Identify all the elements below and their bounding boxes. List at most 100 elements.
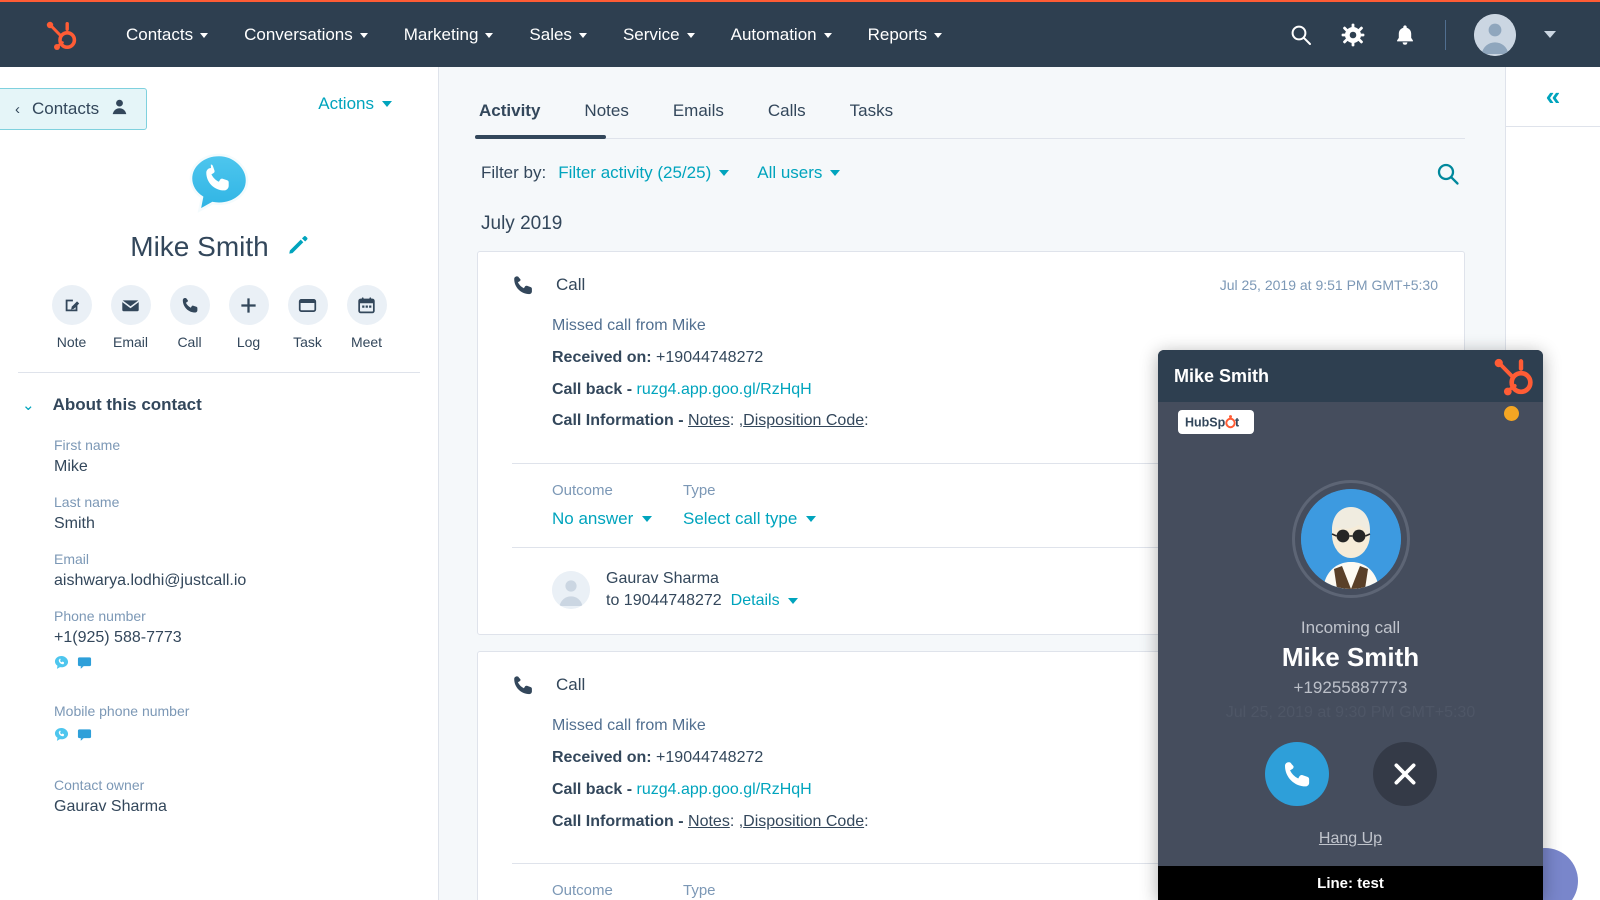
contact-sidebar: ‹ Contacts Actions Mike Smith Note Email… bbox=[0, 67, 439, 900]
nav-item-marketing[interactable]: Marketing bbox=[386, 25, 512, 45]
call-back-link[interactable]: ruzg4.app.goo.gl/RzHqH bbox=[636, 781, 811, 798]
chevron-down-icon bbox=[686, 33, 695, 38]
actions-dropdown-button[interactable]: Actions bbox=[318, 94, 392, 114]
hang-up-link[interactable]: Hang Up bbox=[1158, 830, 1543, 848]
received-on-label: Received on: bbox=[552, 748, 652, 766]
chevron-down-icon: ⌄ bbox=[22, 397, 35, 414]
back-button-label: Contacts bbox=[32, 99, 100, 118]
status-dot bbox=[1504, 406, 1519, 421]
tab-tasks[interactable]: Tasks bbox=[828, 89, 915, 139]
justcall-call-icon[interactable] bbox=[54, 655, 69, 675]
disposition-separator: : bbox=[864, 812, 869, 830]
call-back-link[interactable]: ruzg4.app.goo.gl/RzHqH bbox=[636, 381, 811, 398]
property-value[interactable]: aishwarya.lodhi@justcall.io bbox=[54, 572, 438, 590]
bell-icon[interactable] bbox=[1393, 23, 1417, 47]
task-window-icon bbox=[287, 285, 328, 325]
back-to-contacts-button[interactable]: ‹ Contacts bbox=[0, 88, 148, 130]
pencil-icon[interactable] bbox=[287, 234, 308, 260]
call-back-label: Call back - bbox=[552, 780, 633, 798]
note-pencil-icon bbox=[51, 285, 92, 325]
user-avatar[interactable] bbox=[1474, 13, 1516, 56]
incoming-call-label: Incoming call bbox=[1300, 618, 1401, 637]
activity-type-label: Call bbox=[556, 275, 586, 294]
property-value[interactable]: Gaurav Sharma bbox=[54, 798, 438, 816]
property-mobile-phone-number: Mobile phone number bbox=[54, 703, 438, 747]
reject-call-button[interactable] bbox=[1372, 742, 1437, 806]
collapse-sidebar-button[interactable]: « bbox=[1506, 67, 1600, 127]
property-phone-number: Phone number +1(925) 588-7773 bbox=[54, 608, 438, 675]
justcall-sms-icon[interactable] bbox=[77, 655, 92, 675]
property-value[interactable]: Mike bbox=[54, 458, 438, 476]
caller-avatar-ring bbox=[1291, 480, 1410, 598]
tab-label: Tasks bbox=[849, 101, 894, 120]
received-on-value: +19044748272 bbox=[656, 748, 764, 766]
filter-users-label: All users bbox=[757, 163, 823, 182]
justcall-speech-bubble-phone-logo-icon bbox=[186, 151, 252, 217]
nav-item-label: Reports bbox=[867, 24, 928, 44]
notes-separator: : , bbox=[729, 412, 744, 430]
property-label: Email bbox=[54, 551, 90, 567]
justcall-call-icon[interactable] bbox=[54, 727, 69, 747]
nav-item-automation[interactable]: Automation bbox=[713, 25, 850, 45]
property-action-icons bbox=[54, 655, 438, 675]
nav-item-sales[interactable]: Sales bbox=[511, 25, 605, 45]
tab-notes[interactable]: Notes bbox=[562, 89, 650, 139]
call-type-value: Select call type bbox=[683, 509, 798, 529]
activity-card-header: Call Jul 25, 2019 at 9:51 PM GMT+5:30 bbox=[478, 252, 1464, 296]
actions-label: Actions bbox=[318, 94, 374, 113]
tab-calls[interactable]: Calls bbox=[746, 89, 828, 139]
call-widget-title: Mike Smith bbox=[1174, 365, 1270, 386]
tab-label: Activity bbox=[479, 101, 541, 120]
accept-call-button[interactable] bbox=[1264, 742, 1329, 806]
quick-action-meet[interactable]: Meet bbox=[346, 285, 387, 350]
nav-item-reports[interactable]: Reports bbox=[850, 25, 961, 45]
property-value[interactable]: Smith bbox=[54, 515, 438, 533]
search-icon[interactable] bbox=[1435, 161, 1461, 192]
caller-phone-number: +19255887773 bbox=[1293, 678, 1408, 697]
filter-activity-dropdown[interactable]: Filter activity (25/25) bbox=[558, 163, 730, 183]
outcome-label: Outcome bbox=[552, 882, 613, 900]
activity-filter-bar: Filter by: Filter activity (25/25) All u… bbox=[481, 163, 1505, 185]
received-on-label: Received on: bbox=[552, 348, 652, 366]
activity-tabs: Activity Notes Emails Calls Tasks bbox=[457, 89, 1505, 139]
notes-separator: : , bbox=[729, 812, 744, 830]
engagement-destination: to 19044748272 bbox=[606, 592, 722, 610]
top-navigation-bar: Contacts Conversations Marketing Sales S… bbox=[0, 0, 1600, 67]
property-contact-owner: Contact owner Gaurav Sharma bbox=[54, 777, 438, 816]
hubspot-sprocket-logo-icon[interactable] bbox=[44, 18, 78, 52]
property-label: Contact owner bbox=[54, 777, 145, 793]
quick-action-email[interactable]: Email bbox=[110, 285, 151, 350]
quick-action-log[interactable]: Log bbox=[228, 285, 269, 350]
cartoon-person-sunglasses-avatar-icon bbox=[1300, 489, 1401, 589]
call-widget-header: Mike Smith bbox=[1158, 350, 1543, 402]
chevron-down-icon bbox=[382, 101, 392, 107]
tab-label: Emails bbox=[672, 101, 724, 120]
quick-action-task[interactable]: Task bbox=[287, 285, 328, 350]
gear-icon[interactable] bbox=[1341, 23, 1365, 47]
person-icon bbox=[111, 98, 128, 120]
about-this-contact-header[interactable]: ⌄ About this contact bbox=[22, 395, 438, 415]
property-email: Email aishwarya.lodhi@justcall.io bbox=[54, 551, 438, 590]
justcall-sms-icon[interactable] bbox=[77, 727, 92, 747]
phone-icon bbox=[512, 274, 534, 296]
tab-emails[interactable]: Emails bbox=[651, 89, 746, 139]
call-type-dropdown[interactable]: Select call type bbox=[683, 509, 817, 529]
hubspot-sprocket-logo-icon bbox=[1491, 354, 1535, 403]
chevron-down-icon bbox=[934, 33, 943, 38]
property-value[interactable]: +1(925) 588-7773 bbox=[54, 629, 438, 647]
tab-activity[interactable]: Activity bbox=[457, 89, 562, 139]
double-chevron-left-icon: « bbox=[1545, 81, 1561, 111]
search-icon[interactable] bbox=[1289, 23, 1313, 47]
month-header: July 2019 bbox=[481, 213, 563, 234]
nav-item-label: Sales bbox=[529, 24, 572, 44]
quick-action-label: Email bbox=[112, 334, 148, 350]
nav-item-conversations[interactable]: Conversations bbox=[226, 25, 386, 45]
outcome-dropdown[interactable]: No answer bbox=[552, 509, 683, 529]
quick-action-call[interactable]: Call bbox=[169, 285, 210, 350]
user-menu-chevron-down-icon[interactable] bbox=[1544, 31, 1556, 38]
filter-users-dropdown[interactable]: All users bbox=[757, 163, 841, 183]
quick-action-note[interactable]: Note bbox=[51, 285, 92, 350]
nav-item-service[interactable]: Service bbox=[605, 25, 713, 45]
details-dropdown[interactable]: Details bbox=[731, 592, 798, 610]
nav-item-contacts[interactable]: Contacts bbox=[108, 25, 226, 45]
